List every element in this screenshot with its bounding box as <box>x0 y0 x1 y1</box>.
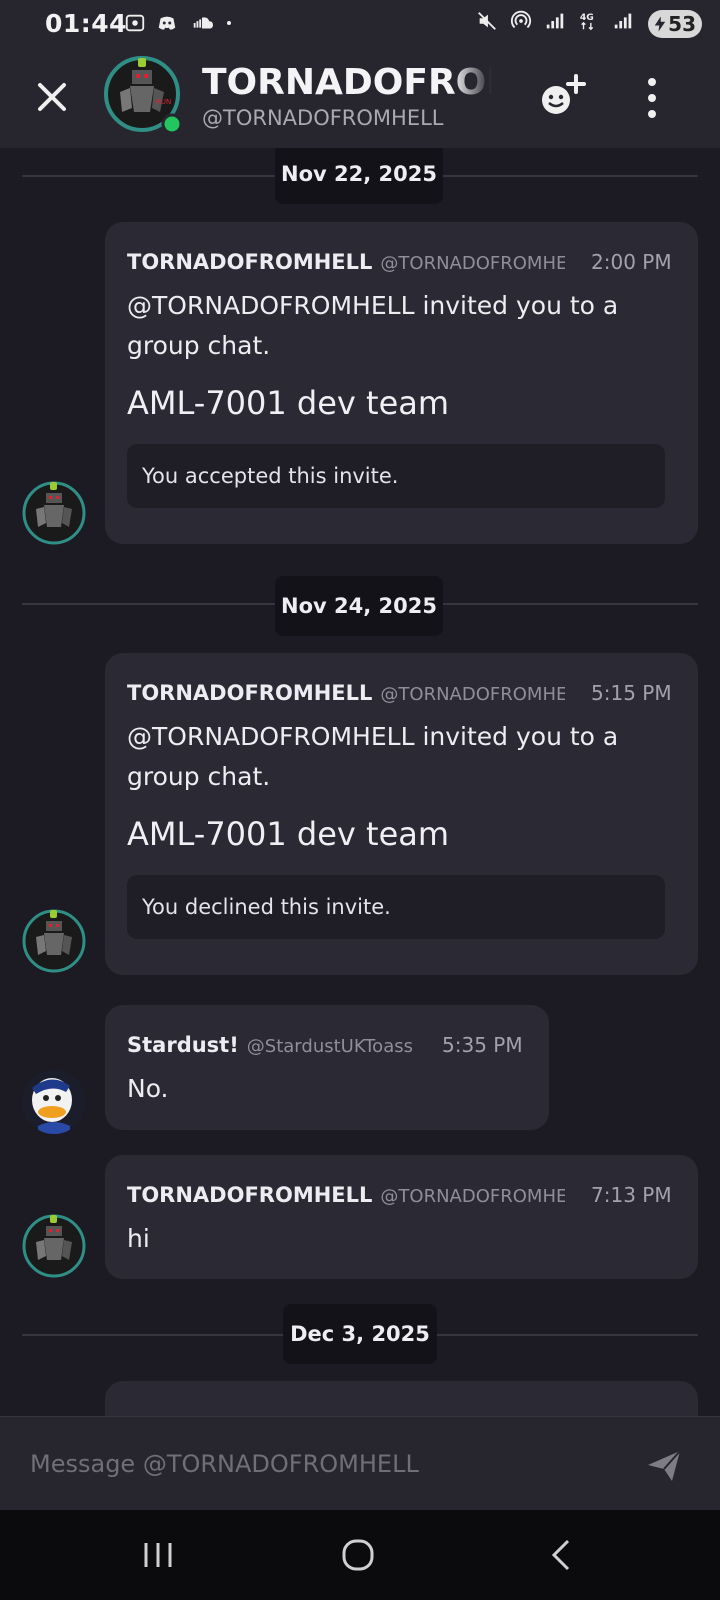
mute-icon <box>478 12 496 30</box>
system-icons: 4G <box>476 10 634 32</box>
message-bubble[interactable]: TORNADOFROMHELL @TORNADOFROMHELL 5:15 PM… <box>105 653 698 975</box>
date-divider: Nov 24, 2025 <box>275 576 443 636</box>
message-input[interactable] <box>30 1442 630 1486</box>
message-author[interactable]: TORNADOFROMHELL <box>127 250 372 274</box>
message-author[interactable]: TORNADOFROMHELL <box>127 681 372 705</box>
message-bubble[interactable] <box>105 1381 698 1416</box>
message-timestamp: 2:00 PM <box>591 250 672 274</box>
message-text: No. <box>127 1074 169 1103</box>
avatar[interactable] <box>22 909 86 973</box>
message-header: TORNADOFROMHELL @TORNADOFROMHELL <box>127 250 577 274</box>
message-bubble[interactable]: TORNADOFROMHELL @TORNADOFROMHELL 2:00 PM… <box>105 222 698 544</box>
message-text: @TORNADOFROMHELL invited you to a group … <box>127 722 619 791</box>
message-bubble[interactable]: TORNADOFROMHELL @TORNADOFROMHELL 7:13 PM… <box>105 1155 698 1279</box>
chat-header: RUN TORNADOFROMHELL @TORNADOFROMHELL <box>0 50 720 148</box>
page-title: TORNADOFROMHELL <box>202 62 492 103</box>
invite-status: You declined this invite. <box>127 875 665 939</box>
avatar[interactable] <box>22 1214 86 1278</box>
message-author[interactable]: Stardust! <box>127 1033 239 1057</box>
message-bubble[interactable]: Stardust! @StardustUKToass 5:35 PM No. <box>105 1005 549 1130</box>
message-text: @TORNADOFROMHELL invited you to a group … <box>127 291 619 360</box>
message-timestamp: 5:35 PM <box>442 1033 523 1057</box>
date-divider: Dec 3, 2025 <box>283 1304 437 1364</box>
message-handle: @TORNADOFROMHELL <box>380 253 566 274</box>
message-composer <box>0 1416 720 1510</box>
message-header: TORNADOFROMHELL @TORNADOFROMHELL <box>127 1183 577 1207</box>
dot-icon <box>227 21 231 25</box>
message-author[interactable]: TORNADOFROMHELL <box>127 1183 372 1207</box>
svg-text:RUN: RUN <box>156 98 171 106</box>
group-name: AML-7001 dev team <box>127 384 450 422</box>
battery-indicator: 53 <box>648 10 702 38</box>
send-icon[interactable] <box>644 1445 684 1485</box>
group-name: AML-7001 dev team <box>127 815 450 853</box>
back-icon[interactable] <box>540 1535 584 1575</box>
message-text: hi <box>127 1224 150 1253</box>
svg-text:4G: 4G <box>580 12 594 23</box>
status-time: 01:44 <box>45 9 128 38</box>
4g-icon: 4G <box>580 12 594 31</box>
more-options-icon[interactable] <box>632 74 672 124</box>
avatar[interactable]: RUN <box>104 56 184 136</box>
message-list[interactable]: Nov 22, 2025 TORNADOFROMHELL @TORNADOFRO… <box>0 148 720 1416</box>
close-icon[interactable] <box>30 75 74 119</box>
message-handle: @TORNADOFROMHELL <box>380 1186 566 1207</box>
signal-icon <box>546 13 564 29</box>
avatar[interactable] <box>22 1070 86 1134</box>
charging-icon <box>654 16 666 32</box>
hotspot-icon <box>510 10 532 29</box>
add-friend-icon[interactable] <box>536 72 588 120</box>
message-timestamp: 5:15 PM <box>591 681 672 705</box>
message-timestamp: 7:13 PM <box>591 1183 672 1207</box>
soundcloud-icon <box>193 17 214 29</box>
recent-apps-icon[interactable] <box>136 1535 180 1575</box>
status-bar: 01:44 4G 53 <box>0 0 720 50</box>
date-divider: Nov 22, 2025 <box>275 148 443 204</box>
user-handle: @TORNADOFROMHELL <box>202 106 444 130</box>
battery-level: 53 <box>668 12 696 36</box>
system-nav-bar <box>0 1510 720 1600</box>
signal-icon-2 <box>614 13 632 29</box>
discord-icon <box>158 16 176 30</box>
avatar[interactable] <box>22 481 86 545</box>
message-handle: @StardustUKToass <box>246 1036 413 1057</box>
home-icon[interactable] <box>336 1535 380 1575</box>
message-header: TORNADOFROMHELL @TORNADOFROMHELL <box>127 681 577 705</box>
notification-icons <box>124 12 238 34</box>
message-handle: @TORNADOFROMHELL <box>380 684 566 705</box>
message-header: Stardust! @StardustUKToass <box>127 1033 427 1057</box>
screenshot-icon <box>125 14 145 32</box>
invite-status: You accepted this invite. <box>127 444 665 508</box>
